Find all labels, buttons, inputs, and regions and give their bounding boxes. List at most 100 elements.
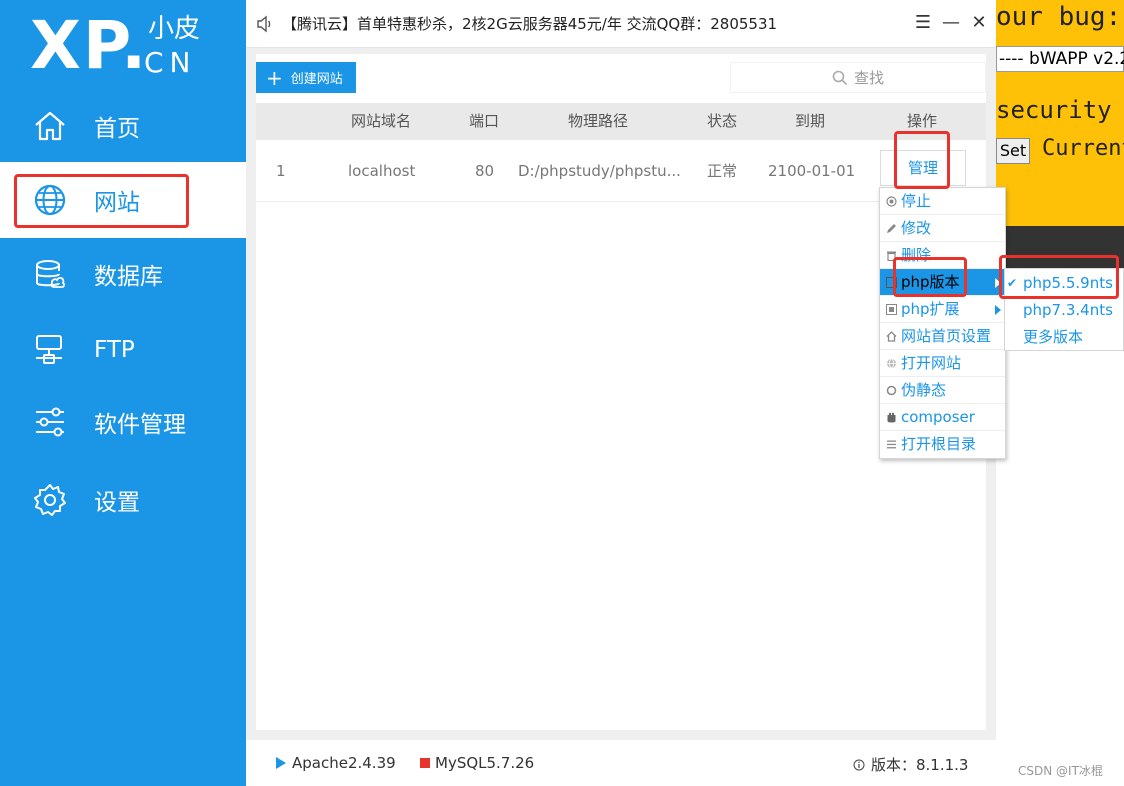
- table-row[interactable]: 1 localhost 80 D:/phpstudy/phpstu... 正常 …: [256, 140, 986, 202]
- website-panel: + 创建网站 查找 网站域名 端口 物理路径 状态 到期 操作 1 localh…: [256, 54, 986, 730]
- menu-item-composer[interactable]: composer: [880, 404, 1005, 431]
- php-version-option[interactable]: ✔ php5.5.9nts: [1005, 270, 1124, 297]
- col-domain: 网站域名: [351, 112, 412, 130]
- menu-item-label: 打开根目录: [901, 435, 977, 453]
- mysql-label: MySQL5.7.26: [435, 754, 535, 772]
- php-icon: [886, 277, 897, 288]
- status-bar: Apache2.4.39 MySQL5.7.26 版本：8.1.1.3: [246, 740, 996, 786]
- menu-item-delete[interactable]: 删除: [880, 242, 1005, 269]
- info-icon: [853, 759, 865, 770]
- set-button[interactable]: Set: [996, 138, 1030, 164]
- version-info: 版本：8.1.1.3: [853, 754, 968, 775]
- bwapp-header: our bug: ---- bWAPP v2.2 security lev Se…: [996, 0, 1124, 226]
- bwapp-nav-bar: [996, 226, 1124, 268]
- sidebar-item-label: FTP: [94, 337, 135, 363]
- mysql-status[interactable]: MySQL5.7.26: [420, 754, 534, 772]
- apache-label: Apache2.4.39: [292, 754, 396, 772]
- menu-item-edit[interactable]: 修改: [880, 215, 1005, 242]
- menu-item-label: 伪静态: [901, 381, 947, 399]
- col-port: 端口: [469, 112, 500, 130]
- create-website-button[interactable]: + 创建网站: [256, 62, 356, 93]
- menu-item-label: composer: [901, 408, 975, 426]
- row-port: 80: [475, 162, 495, 180]
- bug-select[interactable]: ---- bWAPP v2.2: [996, 46, 1124, 72]
- table-header: 网站域名 端口 物理路径 状态 到期 操作: [256, 103, 986, 140]
- php-version-label: php7.3.4nts: [1023, 301, 1113, 319]
- apache-status[interactable]: Apache2.4.39: [276, 754, 396, 772]
- menu-item-label: 打开网站: [901, 354, 962, 372]
- sidebar-item-label: 设置: [94, 490, 140, 516]
- menu-item-open-root[interactable]: 打开根目录: [880, 431, 1005, 458]
- trash-icon: [887, 251, 896, 261]
- php-version-option[interactable]: php7.3.4nts: [1005, 297, 1124, 324]
- top-bar: 【腾讯云】首单特惠秒杀，2核2G云服务器45元/年 交流QQ群：2805531 …: [246, 0, 996, 48]
- home-icon: [886, 331, 897, 342]
- more-versions-option[interactable]: 更多版本: [1005, 324, 1124, 351]
- row-status: 正常: [707, 162, 738, 180]
- gear-icon: [34, 484, 66, 516]
- stop-square-icon: [420, 758, 430, 768]
- manage-context-menu: 停止 修改 删除 php版本 php扩展 网站首页设置 打开网站 伪静态 com…: [879, 187, 1006, 459]
- manage-button[interactable]: 管理: [880, 150, 966, 186]
- extension-icon: [886, 304, 897, 315]
- menu-item-stop[interactable]: 停止: [880, 188, 1005, 215]
- php-version-label: php5.5.9nts: [1023, 274, 1113, 292]
- row-index: 1: [276, 162, 286, 180]
- ftp-server-icon: [36, 335, 62, 364]
- sidebar-item-label: 软件管理: [94, 412, 186, 438]
- minimize-button[interactable]: —: [940, 12, 962, 34]
- menu-item-homepage-settings[interactable]: 网站首页设置: [880, 323, 1005, 350]
- logo-small-text: 小皮: [148, 14, 201, 44]
- col-status: 状态: [707, 112, 738, 130]
- col-path: 物理路径: [568, 112, 629, 130]
- sidebar-item-software[interactable]: 软件管理: [0, 384, 246, 460]
- submenu-arrow-icon: [995, 305, 1001, 315]
- menu-item-label: 删除: [901, 246, 932, 264]
- sidebar-item-label: 数据库: [94, 264, 163, 290]
- menu-item-label: php版本: [901, 273, 960, 291]
- list-icon: [887, 440, 896, 449]
- menu-button[interactable]: ☰: [912, 12, 934, 34]
- submenu-arrow-icon: [995, 278, 1001, 288]
- php-version-label: 更多版本: [1023, 328, 1084, 346]
- sidebar: XP. 小皮 CN 首页 网站 数据库 FTP 软件管理 设置: [0, 0, 246, 786]
- close-button[interactable]: ✕: [968, 12, 990, 34]
- database-icon: [36, 260, 65, 288]
- menu-item-label: 停止: [901, 192, 932, 210]
- composer-icon: [887, 412, 896, 423]
- phpstudy-screen: XP. 小皮 CN 首页 网站 数据库 FTP 软件管理 设置 【腾讯云】首单特…: [0, 0, 1124, 786]
- edit-icon: [887, 224, 896, 233]
- refresh-icon: [886, 385, 897, 396]
- menu-item-rewrite[interactable]: 伪静态: [880, 377, 1005, 404]
- menu-item-label: 网站首页设置: [901, 327, 992, 345]
- menu-item-label: php扩展: [901, 300, 960, 318]
- col-expiry: 到期: [795, 112, 826, 130]
- background-browser: our bug: ---- bWAPP v2.2 security lev Se…: [996, 0, 1124, 786]
- menu-item-php-version[interactable]: php版本: [880, 269, 1005, 296]
- play-icon: [276, 757, 286, 769]
- current-level-text: Current: [1042, 136, 1124, 161]
- promo-notice[interactable]: 【腾讯云】首单特惠秒杀，2核2G云服务器45元/年 交流QQ群：2805531: [282, 13, 777, 34]
- logo-domain: CN: [144, 46, 197, 79]
- sidebar-item-websites[interactable]: 网站: [0, 162, 246, 238]
- menu-item-open-website[interactable]: 打开网站: [880, 350, 1005, 377]
- php-version-submenu: ✔ php5.5.9nts php7.3.4nts 更多版本: [1004, 268, 1124, 351]
- speaker-icon: [257, 15, 271, 33]
- sidebar-item-home[interactable]: 首页: [0, 88, 246, 164]
- search-icon: [832, 70, 848, 85]
- watermark: CSDN @IT冰棍: [1018, 764, 1103, 778]
- row-path: D:/phpstudy/phpstu...: [518, 162, 681, 180]
- menu-item-php-extensions[interactable]: php扩展: [880, 296, 1005, 323]
- row-expiry: 2100-01-01: [768, 162, 856, 180]
- home-icon: [35, 111, 65, 141]
- sidebar-item-settings[interactable]: 设置: [0, 462, 246, 538]
- sidebar-item-label: 首页: [94, 116, 140, 142]
- create-website-label: 创建网站: [290, 72, 343, 87]
- search-input[interactable]: 查找: [730, 62, 986, 93]
- version-label: 版本：8.1.1.3: [871, 756, 969, 774]
- globe-icon: [887, 358, 896, 369]
- stop-icon: [886, 196, 897, 207]
- sidebar-item-label: 网站: [94, 190, 140, 216]
- sidebar-item-ftp[interactable]: FTP: [0, 312, 246, 388]
- sidebar-item-database[interactable]: 数据库: [0, 236, 246, 312]
